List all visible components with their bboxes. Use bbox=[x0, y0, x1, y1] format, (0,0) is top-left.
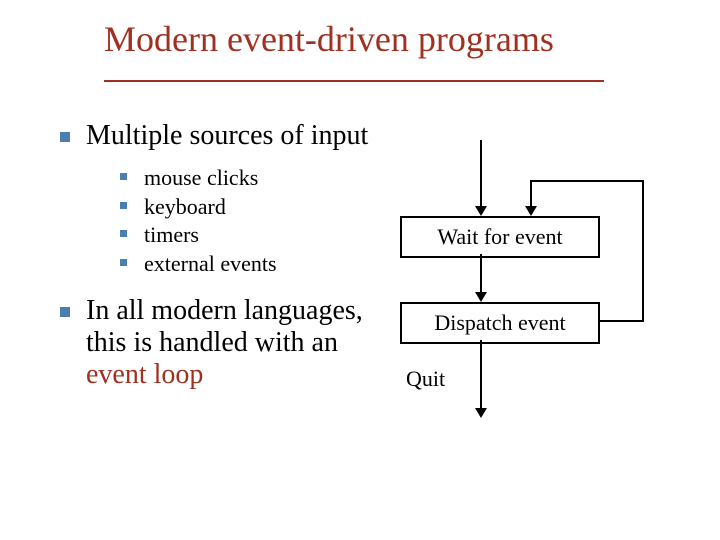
bullet-event-loop: In all modern languages, this is handled… bbox=[56, 295, 386, 392]
sub-bullet-text: keyboard bbox=[144, 194, 226, 219]
flow-box-label: Dispatch event bbox=[434, 310, 565, 335]
sub-bullet-group: mouse clicks keyboard timers external ev… bbox=[56, 164, 386, 278]
sub-bullet-text: external events bbox=[144, 251, 277, 276]
arrow-down-icon bbox=[475, 206, 487, 216]
sub-bullet-keyboard: keyboard bbox=[56, 193, 386, 222]
flow-box-wait: Wait for event bbox=[400, 216, 600, 258]
sub-bullet-external: external events bbox=[56, 250, 386, 279]
sub-bullet-timers: timers bbox=[56, 221, 386, 250]
flow-line bbox=[642, 180, 644, 322]
title-wrap: Modern event-driven programs bbox=[104, 18, 554, 60]
title-underline bbox=[104, 80, 604, 82]
bullet-multiple-sources: Multiple sources of input bbox=[56, 120, 386, 152]
arrow-down-icon bbox=[475, 408, 487, 418]
arrow-down-icon bbox=[475, 292, 487, 302]
flow-line bbox=[480, 140, 482, 210]
bullet-icon bbox=[120, 173, 127, 180]
bullet-column: Multiple sources of input mouse clicks k… bbox=[56, 120, 386, 403]
flow-line bbox=[600, 320, 644, 322]
bullet-text: Multiple sources of input bbox=[86, 120, 368, 151]
flow-diagram: Wait for event Dispatch event Quit bbox=[400, 120, 700, 460]
flow-line bbox=[480, 340, 482, 412]
bullet-icon bbox=[120, 230, 127, 237]
flow-line bbox=[530, 180, 644, 182]
bullet-text-prefix: In all modern languages, this is handled… bbox=[86, 295, 363, 358]
bullet-icon bbox=[60, 132, 70, 142]
flow-box-label: Wait for event bbox=[437, 224, 562, 249]
sub-bullet-mouse: mouse clicks bbox=[56, 164, 386, 193]
sub-bullet-text: mouse clicks bbox=[144, 165, 258, 190]
slide-title: Modern event-driven programs bbox=[104, 18, 554, 60]
bullet-icon bbox=[60, 307, 70, 317]
bullet-icon bbox=[120, 202, 127, 209]
bullet-icon bbox=[120, 259, 127, 266]
bullet-text-emphasis: event loop bbox=[86, 359, 203, 390]
flow-box-dispatch: Dispatch event bbox=[400, 302, 600, 344]
flow-label-quit: Quit bbox=[406, 366, 445, 392]
arrow-down-icon bbox=[525, 206, 537, 216]
sub-bullet-text: timers bbox=[144, 222, 199, 247]
slide: Modern event-driven programs Multiple so… bbox=[0, 0, 720, 540]
flow-line bbox=[480, 254, 482, 296]
